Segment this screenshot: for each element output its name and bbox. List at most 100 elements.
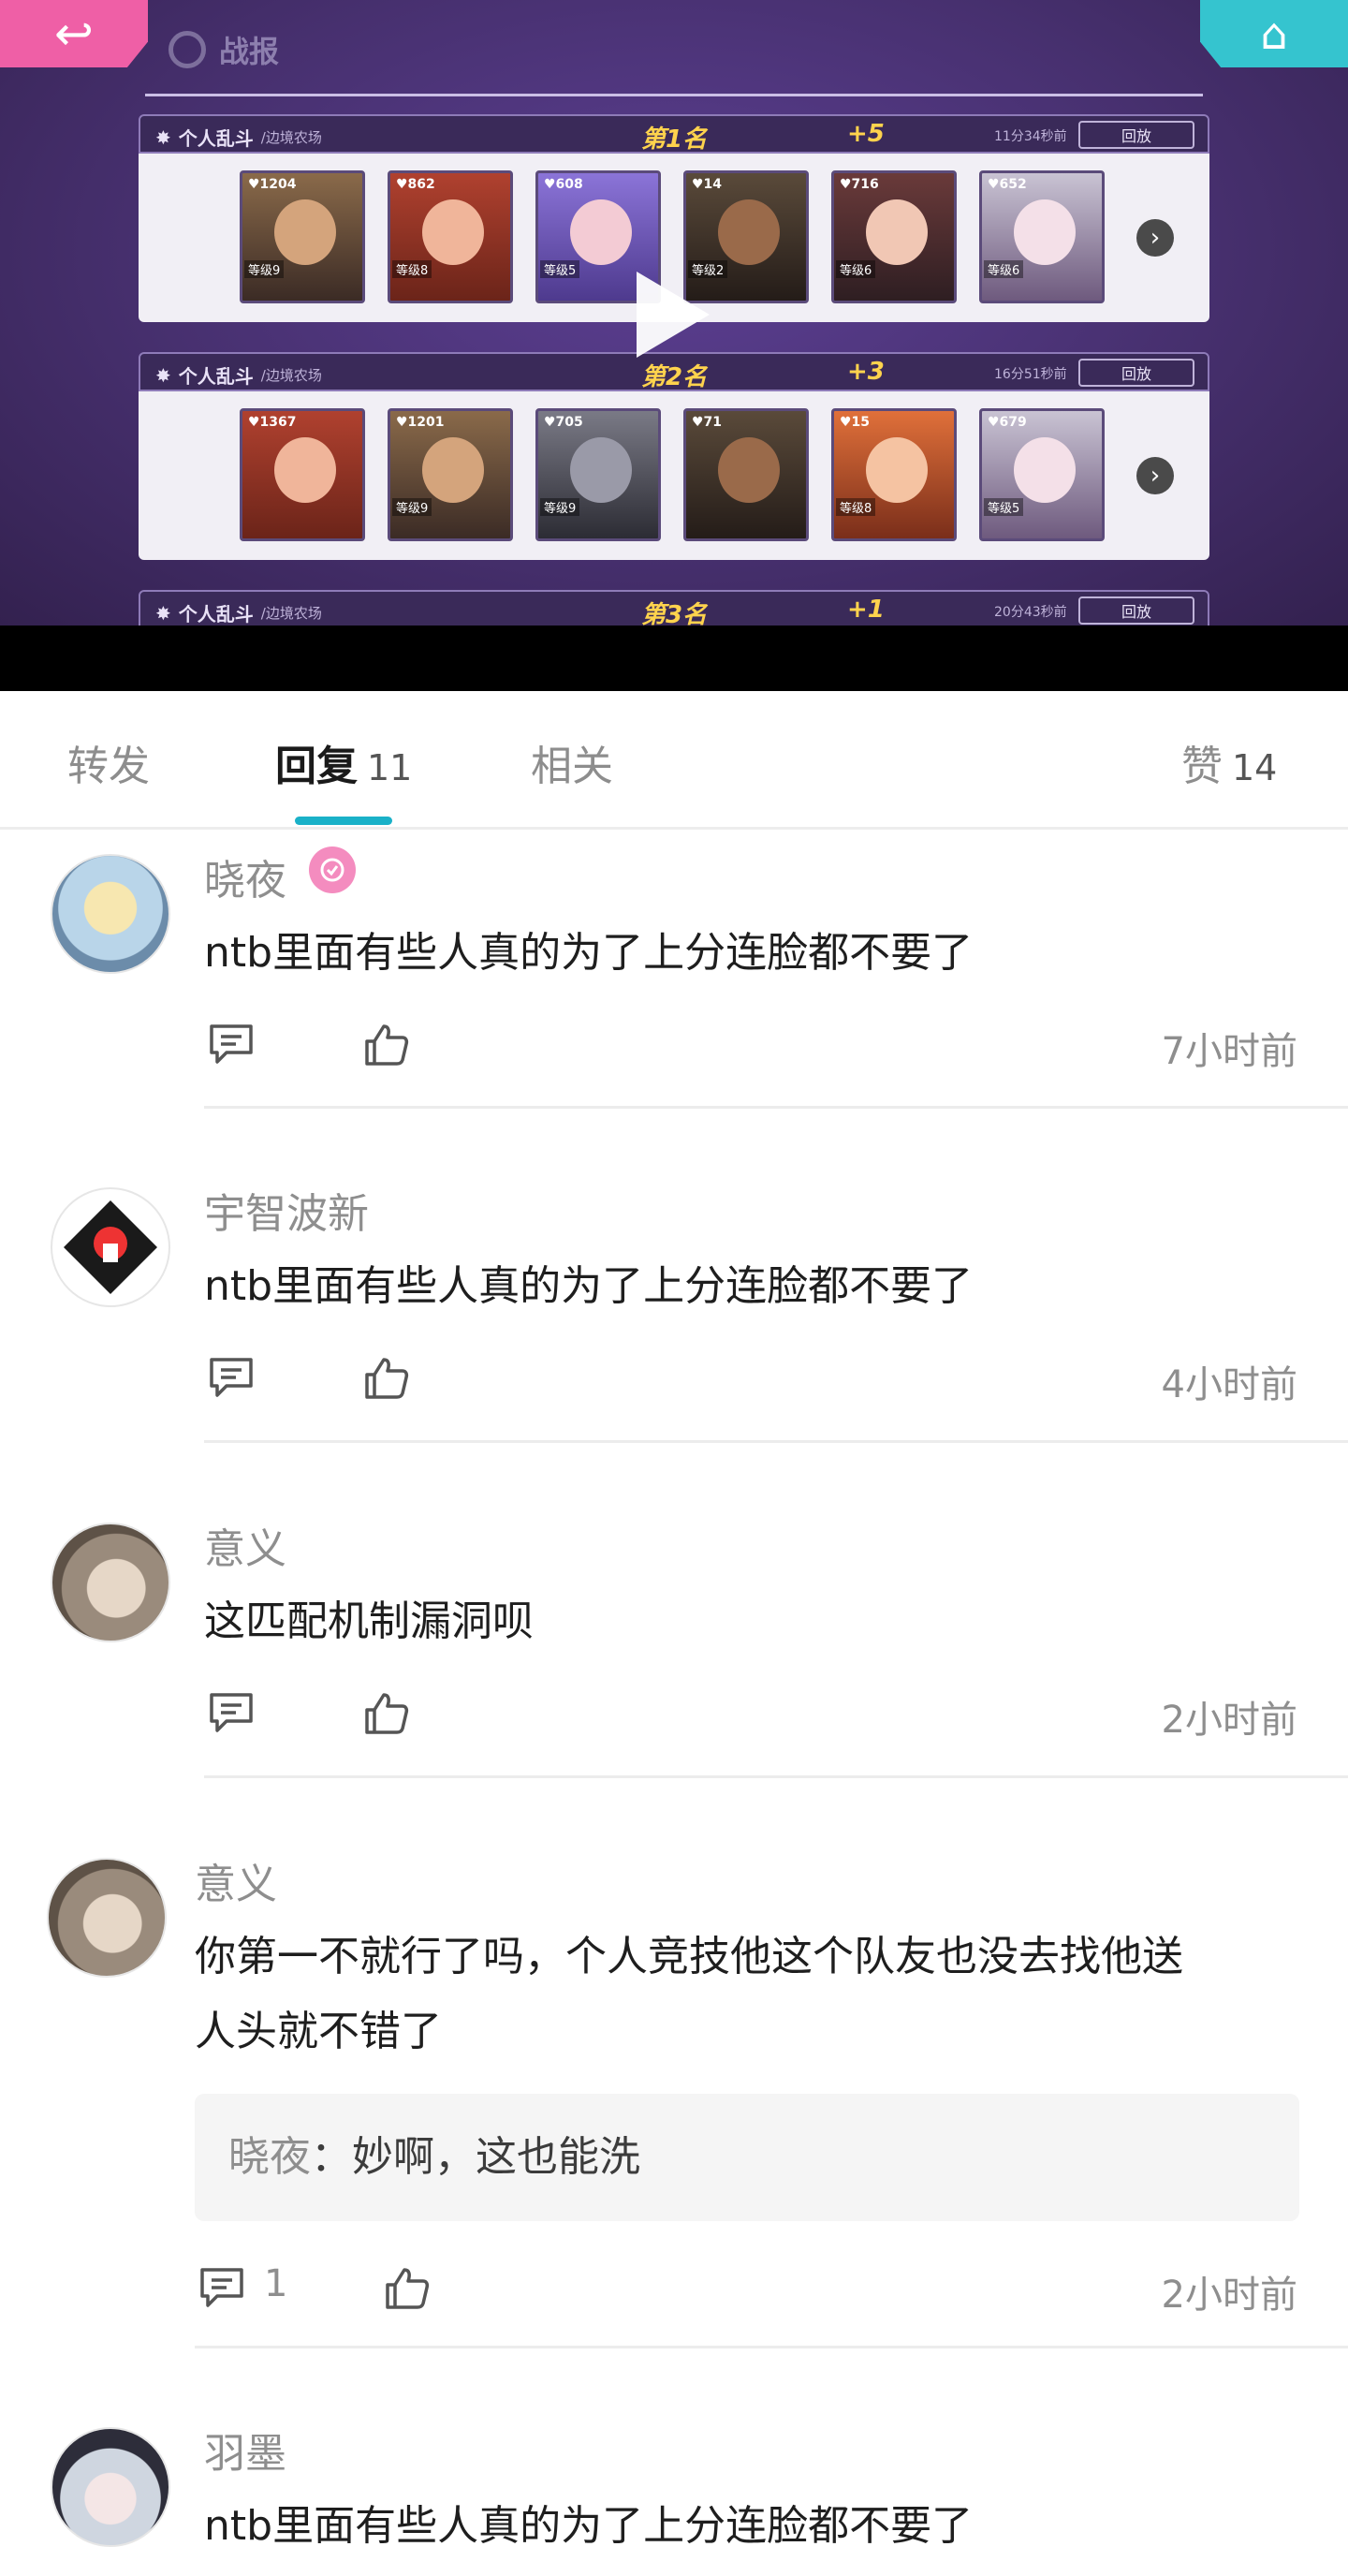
tab-count: 14	[1232, 747, 1278, 788]
divider	[145, 94, 1203, 96]
match-header: ✸ 个人乱斗/边境农场 第1名 +5 11分34秒前 回放	[139, 114, 1209, 154]
tab-replies[interactable]: 回复 11	[275, 732, 412, 792]
reply-count: 1	[264, 2262, 288, 2305]
hero-portrait	[274, 199, 336, 265]
match-card: ✸ 个人乱斗/边境农场 第3名 +1 20分43秒前 回放	[139, 590, 1209, 626]
like-icon[interactable]	[363, 1023, 410, 1066]
badge-icon	[309, 846, 356, 893]
hero-hp: ♥862	[396, 177, 435, 192]
tab-repost[interactable]: 转发	[67, 732, 150, 792]
mode-label: 个人乱斗	[178, 603, 254, 626]
comment-time: 7小时前	[1161, 1030, 1297, 1073]
hero-portrait	[1014, 437, 1076, 503]
hero-portrait	[1014, 199, 1076, 265]
hero-hp: ♥652	[988, 177, 1027, 192]
hero-hp: ♥1367	[248, 415, 297, 430]
hero-hp: ♥679	[988, 415, 1027, 430]
tab-related[interactable]: 相关	[531, 732, 613, 792]
hero-level: 等级9	[392, 498, 432, 516]
hero-portrait	[718, 437, 780, 503]
tab-label: 相关	[531, 743, 613, 790]
match-mode: ✸ 个人乱斗/边境农场	[155, 124, 322, 151]
comment-text-line: 你第一不就行了吗，个人竞技他这个队友也没去找他送	[195, 1933, 1183, 1980]
hero-hp: ♥1201	[396, 415, 445, 430]
reply-icon[interactable]	[208, 1691, 255, 1734]
replay-label: 回放	[1121, 365, 1151, 383]
replay-label: 回放	[1121, 603, 1151, 621]
hero-level: 等级9	[540, 498, 580, 516]
chevron-right-icon[interactable]: ›	[1136, 457, 1174, 494]
rank-label: 第3名	[641, 601, 708, 626]
hero-level: 等级9	[244, 260, 285, 278]
quote-text: 妙啊，这也能洗	[352, 2133, 640, 2181]
mode-label: 个人乱斗	[178, 365, 254, 388]
comment-text: 这匹配机制漏洞呗	[204, 1597, 534, 1645]
match-mode: ✸ 个人乱斗/边境农场	[155, 361, 322, 389]
map-label: /边境农场	[260, 605, 322, 622]
comment-author[interactable]: 羽墨	[204, 2420, 286, 2480]
avatar[interactable]	[51, 1187, 170, 1307]
replay-button[interactable]: 回放	[1078, 359, 1194, 387]
back-icon[interactable]: ↩	[0, 0, 148, 67]
tab-count: 11	[367, 747, 413, 788]
hero-portrait	[274, 437, 336, 503]
hero-level: 等级5	[984, 498, 1024, 516]
video-player[interactable]: ↩ ⌂ 战报 ✸ 个人乱斗/边境农场 第1名 +5 11分34秒前 回放 ♥12…	[0, 0, 1348, 626]
reply-icon[interactable]	[208, 1023, 255, 1066]
like-icon[interactable]	[363, 1691, 410, 1734]
avatar[interactable]	[47, 1858, 167, 1978]
match-header: ✸ 个人乱斗/边境农场 第3名 +1 20分43秒前 回放	[139, 590, 1209, 626]
divider	[204, 1106, 1348, 1109]
map-label: /边境农场	[260, 367, 322, 384]
play-icon[interactable]	[637, 272, 710, 358]
replay-button[interactable]: 回放	[1078, 596, 1194, 625]
reply-icon[interactable]	[198, 2266, 245, 2309]
reply-icon[interactable]	[208, 1356, 255, 1399]
like-icon[interactable]	[384, 2266, 431, 2309]
hero-hp: ♥1204	[248, 177, 297, 192]
hero-card: ♥1201 等级9	[388, 408, 513, 541]
comment-author[interactable]: 意义	[195, 1850, 277, 1910]
like-icon[interactable]	[363, 1356, 410, 1399]
replay-label: 回放	[1121, 127, 1151, 145]
match-body: ♥1367 ♥1201 等级9 ♥705 等级9 ♥71 ♥15 等级8 ♥679 等级…	[139, 391, 1209, 560]
report-title: 战报	[168, 28, 279, 71]
comment-item: 羽墨 ntb里面有些人真的为了上分连脸都不要了	[0, 2405, 1348, 2576]
rank-label: 第1名	[641, 125, 708, 154]
quote-author[interactable]: 晓夜	[228, 2133, 311, 2181]
home-icon[interactable]: ⌂	[1200, 0, 1348, 67]
avatar[interactable]	[51, 1523, 170, 1642]
hero-portrait	[422, 199, 484, 265]
hero-portrait	[570, 199, 632, 265]
comment-author[interactable]: 宇智波新	[204, 1180, 369, 1240]
hero-card: ♥862 等级8	[388, 170, 513, 303]
comment-author[interactable]: 晓夜	[204, 846, 286, 906]
hero-portrait	[866, 199, 928, 265]
chevron-right-icon[interactable]: ›	[1136, 219, 1174, 257]
divider	[195, 2346, 1348, 2348]
duration-label: 11分34秒前	[994, 129, 1067, 144]
hero-hp: ♥15	[840, 415, 871, 430]
comment-time: 2小时前	[1161, 1699, 1297, 1742]
comment-text: ntb里面有些人真的为了上分连脸都不要了	[204, 1262, 974, 1310]
quoted-reply[interactable]: 晓夜：妙啊，这也能洗	[195, 2094, 1299, 2221]
map-label: /边境农场	[260, 129, 322, 146]
score-label: +5	[847, 120, 885, 148]
tab-likes[interactable]: 赞 14	[1181, 732, 1277, 792]
hero-hp: ♥608	[544, 177, 583, 192]
comment-actions: 1 2小时前	[0, 2259, 1348, 2317]
hero-level: 等级6	[836, 260, 876, 278]
hero-card: ♥652 等级6	[979, 170, 1105, 303]
score-label: +3	[847, 358, 885, 386]
divider	[204, 1775, 1348, 1778]
comment-author[interactable]: 意义	[204, 1515, 286, 1575]
tab-label: 回复	[275, 743, 358, 790]
hero-card: ♥716 等级6	[831, 170, 957, 303]
comment-text-line: 人头就不错了	[195, 2008, 442, 2055]
hero-card: ♥15 等级8	[831, 408, 957, 541]
duration-label: 16分51秒前	[994, 367, 1067, 382]
avatar[interactable]	[51, 2427, 170, 2547]
avatar[interactable]	[51, 854, 170, 974]
hero-portrait	[422, 437, 484, 503]
replay-button[interactable]: 回放	[1078, 121, 1194, 149]
